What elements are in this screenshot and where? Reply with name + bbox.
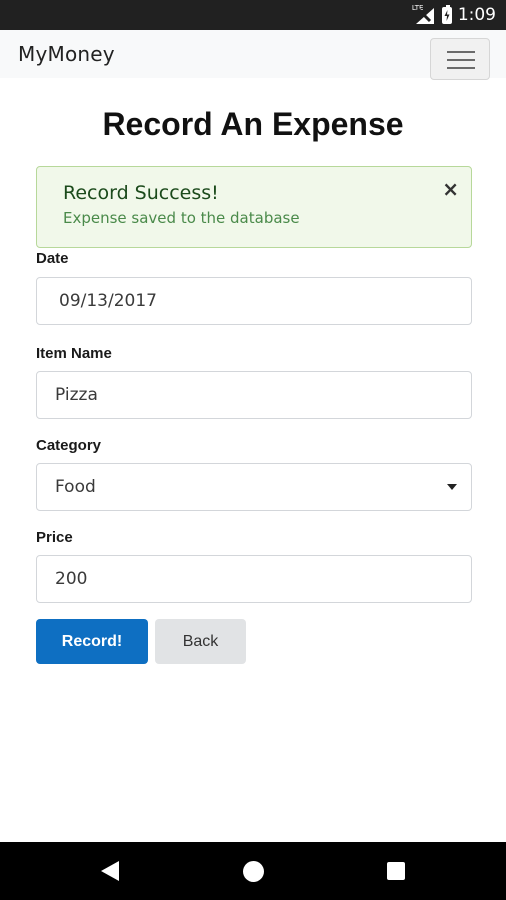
alert-title: Record Success! [63,182,219,204]
navbar: MyMoney [0,30,506,80]
price-label: Price [36,529,73,546]
date-label: Date [36,250,69,267]
record-button[interactable]: Record! [36,619,148,664]
status-bar: LTE 1:09 [0,0,506,30]
chevron-down-icon [447,484,457,490]
item-name-value: Pizza [55,385,98,405]
date-value: 09/13/2017 [59,291,157,311]
alert-message: Expense saved to the database [63,209,300,227]
price-input[interactable]: 200 [36,555,472,603]
lte-signal-icon: LTE [412,4,436,24]
status-time: 1:09 [457,5,496,25]
date-input[interactable]: 09/13/2017 [36,277,472,325]
home-icon[interactable] [243,861,264,882]
back-button[interactable]: Back [155,619,246,664]
category-value: Food [55,477,96,497]
system-nav-bar [0,842,506,900]
close-icon[interactable]: × [442,177,459,201]
page-title: Record An Expense [102,106,404,142]
item-name-label: Item Name [36,345,112,362]
category-label: Category [36,437,102,454]
navbar-toggler-button[interactable] [430,38,490,80]
recents-icon[interactable] [387,862,405,880]
back-icon[interactable] [101,861,119,881]
category-select[interactable]: Food [36,463,472,511]
battery-icon [441,4,452,24]
price-value: 200 [55,569,88,589]
success-alert: Record Success! Expense saved to the dat… [36,166,472,248]
brand-link[interactable]: MyMoney [18,42,115,66]
item-name-input[interactable]: Pizza [36,371,472,419]
status-icons: LTE 1:09 [412,0,496,30]
